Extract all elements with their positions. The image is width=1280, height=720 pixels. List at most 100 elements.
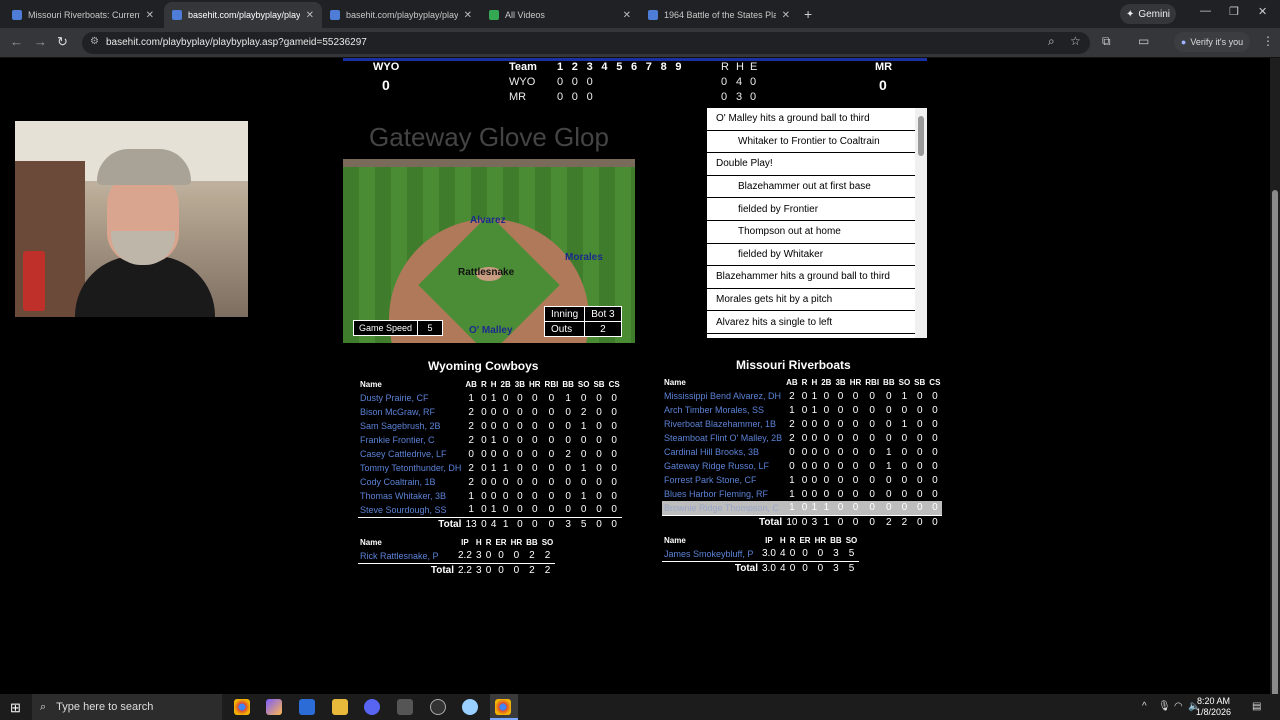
- player-name-link[interactable]: Steve Sourdough, SS: [358, 503, 464, 518]
- stat-cell: 1: [811, 404, 818, 416]
- calculator-icon[interactable]: [397, 699, 413, 715]
- browser-tab[interactable]: All Videos ✕: [481, 2, 639, 28]
- mic-icon[interactable]: 🎙: [1158, 701, 1171, 712]
- column-header: SO: [541, 538, 554, 547]
- stat-cell: 0: [517, 420, 523, 432]
- page-scrollbar[interactable]: [1270, 58, 1280, 706]
- stat-cell: 0: [468, 448, 474, 460]
- player-name-link[interactable]: Cardinal Hill Brooks, 3B: [662, 445, 784, 459]
- site-info-icon[interactable]: ⚙: [90, 36, 99, 47]
- stat-cell: 0: [548, 462, 555, 474]
- player-name-link[interactable]: Thomas Whitaker, 3B: [358, 489, 463, 503]
- notification-icon[interactable]: ▤: [1252, 701, 1261, 712]
- copilot-icon[interactable]: [266, 699, 282, 715]
- inning-score: 0: [571, 76, 578, 88]
- reload-icon[interactable]: ↻: [57, 34, 68, 50]
- stat-cell: 0: [901, 474, 908, 486]
- forward-icon[interactable]: →: [34, 34, 47, 49]
- zoom-icon[interactable]: ⌕: [1048, 34, 1055, 49]
- gemini-icon: ✦: [1125, 8, 1135, 20]
- gemini-button[interactable]: ✦ Gemini: [1120, 4, 1176, 24]
- inning-score: 0: [586, 76, 593, 88]
- taskbar-search[interactable]: ⌕ Type here to search: [32, 694, 222, 720]
- stat-cell: 0: [596, 462, 602, 474]
- inning-header: 3: [586, 61, 593, 73]
- side-panel-icon[interactable]: ▭: [1138, 34, 1149, 48]
- player-name-link[interactable]: Casey Cattledrive, LF: [358, 447, 463, 461]
- discord-icon[interactable]: [364, 699, 380, 715]
- player-name-link[interactable]: Bison McGraw, RF: [358, 405, 463, 419]
- player-name-link[interactable]: Blues Harbor Fleming, RF: [662, 487, 784, 501]
- player-name-link[interactable]: Sam Sagebrush, 2B: [358, 419, 463, 433]
- browser-tab[interactable]: basehit.com/playbyplay/playby ✕: [164, 2, 322, 28]
- new-tab-button[interactable]: +: [804, 6, 812, 22]
- stat-cell: 2: [539, 549, 556, 564]
- player-name-link[interactable]: Arch Timber Morales, SS: [662, 403, 784, 417]
- verify-button[interactable]: ● Verify it's you: [1174, 32, 1250, 52]
- chrome-icon[interactable]: [234, 699, 250, 715]
- stat-cell: 0: [596, 490, 602, 502]
- tray-chevron-icon[interactable]: ^: [1142, 701, 1147, 712]
- url-input[interactable]: ⚙ basehit.com/playbyplay/playbyplay.asp?…: [82, 32, 1090, 54]
- total-label: Total: [358, 562, 456, 577]
- tab-close-icon[interactable]: ✕: [306, 10, 314, 21]
- pitcher-name-link[interactable]: Rick Rattlesnake, P: [358, 549, 456, 564]
- scrollbar-thumb[interactable]: [1272, 190, 1278, 706]
- tab-close-icon[interactable]: ✕: [146, 10, 154, 21]
- tab-close-icon[interactable]: ✕: [782, 10, 790, 21]
- player-name-link[interactable]: Gateway Ridge Russo, LF: [662, 459, 784, 473]
- bookmark-star-icon[interactable]: ☆: [1070, 34, 1081, 48]
- network-icon[interactable]: ◠: [1174, 701, 1183, 712]
- stat-cell: 0: [502, 490, 509, 502]
- close-window-icon[interactable]: ✕: [1258, 5, 1267, 18]
- pitcher-name-link[interactable]: James Smokeybluff, P: [662, 547, 760, 562]
- stat-cell: 0: [591, 503, 607, 518]
- minimize-icon[interactable]: —: [1200, 5, 1211, 17]
- stat-cell: 0: [801, 488, 808, 500]
- extensions-icon[interactable]: ⧉: [1102, 34, 1111, 49]
- restore-icon[interactable]: ❐: [1229, 5, 1239, 18]
- stat-cell: 0: [823, 418, 830, 430]
- tab-close-icon[interactable]: ✕: [464, 10, 472, 21]
- tab-label: All Videos: [505, 10, 545, 20]
- player-name-link[interactable]: Steamboat Flint O' Malley, 2B: [662, 431, 784, 445]
- player-name-link[interactable]: Dusty Prairie, CF: [358, 391, 463, 405]
- menu-dots-icon[interactable]: ⋮: [1262, 34, 1274, 48]
- inning-value: Bot 3: [584, 306, 622, 322]
- column-header: H: [490, 380, 497, 389]
- player-name-link[interactable]: Tommy Tetonthunder, DH: [358, 461, 463, 475]
- player-name-link[interactable]: Mississippi Bend Alvarez, DH: [662, 389, 784, 403]
- app-icon[interactable]: [462, 699, 478, 715]
- player-name-link[interactable]: Brownie Ridge Thompson, C: [662, 501, 785, 516]
- game-speed-box[interactable]: Game Speed 5: [353, 320, 444, 336]
- game-speed-value[interactable]: 5: [418, 321, 442, 335]
- inning-label: Inning: [543, 306, 586, 322]
- tab-label: basehit.com/playbyplay/playby: [188, 10, 300, 20]
- pbp-scroll-thumb[interactable]: [918, 116, 924, 156]
- clock[interactable]: 8:20 AM 1/8/2026: [1196, 696, 1231, 718]
- header-row: Name IP H R ER HR BB SO: [358, 536, 555, 549]
- player-name-link[interactable]: Frankie Frontier, C: [358, 433, 463, 447]
- obs-icon[interactable]: [430, 699, 446, 715]
- stat-cell: 0: [837, 432, 844, 444]
- stat-cell: 0: [801, 390, 808, 402]
- stat-cell: 0: [811, 446, 818, 458]
- pbp-scrollbar[interactable]: [915, 108, 927, 338]
- stat-cell: 0: [596, 434, 602, 446]
- browser-tab[interactable]: Missouri Riverboats: Current Se ✕: [4, 2, 162, 28]
- store-icon[interactable]: [299, 699, 315, 715]
- column-header: ER: [495, 538, 507, 547]
- back-icon[interactable]: ←: [10, 34, 23, 49]
- stands: [343, 159, 635, 167]
- browser-tab[interactable]: basehit.com/playbyplay/playby ✕: [322, 2, 480, 28]
- play-by-play-list[interactable]: O' Malley hits a ground ball to third Whi…: [707, 108, 927, 338]
- windows-start-icon[interactable]: ⊞: [10, 700, 21, 716]
- stat-cell: 0: [606, 503, 622, 518]
- browser-tab[interactable]: 1964 Battle of the States Playoff ✕: [640, 2, 798, 28]
- file-explorer-icon[interactable]: [332, 699, 348, 715]
- player-name-link[interactable]: Riverboat Blazehammer, 1B: [662, 417, 784, 431]
- player-name-link[interactable]: Forrest Park Stone, CF: [662, 473, 784, 487]
- tab-close-icon[interactable]: ✕: [623, 10, 631, 21]
- player-name-link[interactable]: Cody Coaltrain, 1B: [358, 475, 463, 489]
- chrome-active-icon[interactable]: [495, 699, 511, 715]
